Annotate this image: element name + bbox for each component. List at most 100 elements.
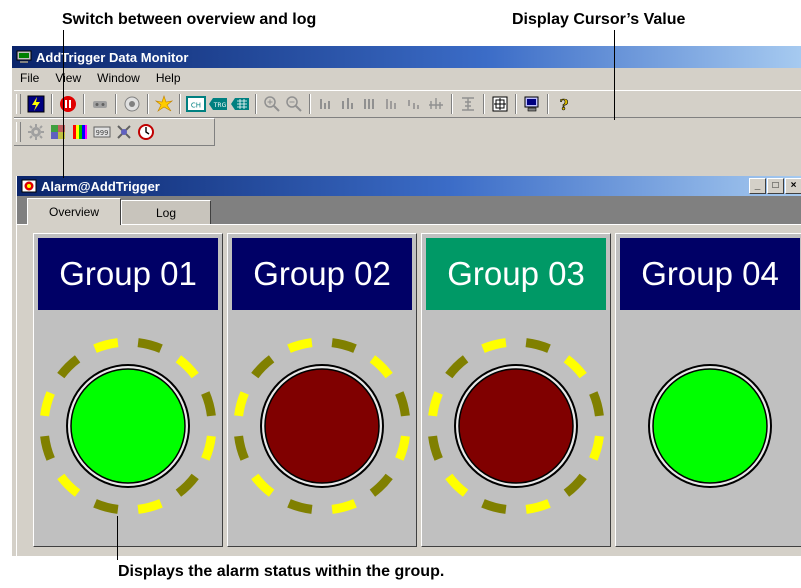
gear-icon[interactable] (25, 121, 47, 143)
toolbar-separator (83, 94, 85, 114)
close-button[interactable]: × (785, 178, 801, 194)
alarm-ring-segment (251, 355, 275, 379)
alarm-ring-segment (287, 338, 313, 353)
alarm-ring-segment (428, 435, 443, 461)
zoom-in-icon[interactable] (261, 93, 283, 115)
group-panel: Group 03 (421, 233, 611, 547)
svg-text:CH: CH (191, 102, 201, 110)
start-icon[interactable] (25, 93, 47, 115)
alarm-ring-segment (481, 499, 507, 514)
color-bars-icon[interactable] (69, 121, 91, 143)
minimize-button[interactable]: _ (749, 178, 766, 194)
monitor-app-icon (16, 50, 32, 63)
target-icon[interactable] (121, 93, 143, 115)
alarm-ring-segment (57, 355, 81, 379)
toolbar-separator (115, 94, 117, 114)
alarm-child-window: Alarm@AddTrigger _ □ × Overview Log Grou… (16, 176, 801, 556)
child-window-title: Alarm@AddTrigger (41, 178, 160, 194)
record-icon[interactable] (89, 93, 111, 115)
toolbar-separator (547, 94, 549, 114)
toolbar-separator (179, 94, 181, 114)
main-toolbar: CH TRG ? (14, 90, 801, 118)
alarm-ring-segment (234, 391, 249, 417)
alarm-ring-segment (57, 473, 81, 497)
alarm-ring-segment (137, 499, 163, 514)
leader-switch-tabs (63, 30, 64, 178)
tab-overview[interactable]: Overview (27, 198, 121, 225)
toolbar-grip[interactable] (16, 94, 21, 114)
bars-icon-5[interactable] (403, 93, 425, 115)
app-titlebar: AddTrigger Data Monitor (12, 46, 801, 68)
toolbar-separator (483, 94, 485, 114)
alarm-ring-segment (395, 391, 410, 417)
alarm-ring-segment (563, 473, 587, 497)
overview-panel-area: Group 01 Group 02 Group 03 Group 04 (17, 224, 801, 556)
ch-display-icon[interactable]: CH (185, 93, 207, 115)
cursor-value-icon[interactable] (489, 93, 511, 115)
alarm-ring-segment (481, 338, 507, 353)
toolbar-grip[interactable] (16, 122, 21, 142)
lamp-light (652, 368, 768, 484)
toolbar-separator (309, 94, 311, 114)
counter-icon[interactable]: 999 (91, 121, 113, 143)
zoom-out-icon[interactable] (283, 93, 305, 115)
stop-icon[interactable] (57, 93, 79, 115)
bars-icon-4[interactable] (381, 93, 403, 115)
scale-icon[interactable] (457, 93, 479, 115)
alarm-ring-segment (40, 435, 55, 461)
alarm-lamp-green (648, 364, 772, 488)
tab-strip: Overview Log (17, 196, 801, 225)
alarm-app-icon (21, 179, 37, 193)
alarm-ring-segment (395, 435, 410, 461)
tab-log[interactable]: Log (121, 200, 211, 225)
menu-window[interactable]: Window (89, 71, 148, 85)
toolbar-separator (255, 94, 257, 114)
group-header: Group 01 (38, 238, 218, 310)
group-panel: Group 02 (227, 233, 417, 547)
alarm-ring-segment (251, 473, 275, 497)
alarm-ring-segment (287, 499, 313, 514)
leader-cursor-value (614, 30, 615, 120)
bars-icon-6[interactable] (425, 93, 447, 115)
secondary-toolbar: 999 (14, 118, 215, 146)
menu-view[interactable]: View (47, 71, 89, 85)
alarm-ring-segment (563, 355, 587, 379)
alarm-ring-segment (525, 499, 551, 514)
toolbar-separator (147, 94, 149, 114)
app-window: AddTrigger Data Monitor File View Window… (12, 46, 801, 556)
cross-icon[interactable] (113, 121, 135, 143)
annotation-alarm-status: Displays the alarm status within the gro… (118, 563, 445, 580)
group-header: Group 02 (232, 238, 412, 310)
alarm-ring-segment (175, 355, 199, 379)
trigger-display-icon[interactable]: TRG (207, 93, 229, 115)
alarm-lamp-red (428, 338, 604, 514)
alarm-ring-segment (525, 338, 551, 353)
burst-icon[interactable] (153, 93, 175, 115)
clock-icon[interactable] (135, 121, 157, 143)
alarm-ring-segment (589, 435, 604, 461)
alarm-ring-segment (331, 338, 357, 353)
bars-icon-1[interactable] (315, 93, 337, 115)
alarm-ring-segment (589, 391, 604, 417)
alarm-ring-segment (331, 499, 357, 514)
palette-icon[interactable] (47, 121, 69, 143)
monitor-icon[interactable] (521, 93, 543, 115)
leader-alarm-status (117, 516, 118, 560)
menu-file[interactable]: File (12, 71, 47, 85)
alarm-lamp-green (40, 338, 216, 514)
bars-icon-3[interactable] (359, 93, 381, 115)
svg-text:?: ? (560, 96, 569, 113)
bars-icon-2[interactable] (337, 93, 359, 115)
alarm-ring-segment (369, 473, 393, 497)
alarm-ring-segment (445, 473, 469, 497)
window-controls: _ □ × (749, 178, 801, 194)
maximize-button[interactable]: □ (767, 178, 784, 194)
alarm-ring-segment (428, 391, 443, 417)
grid-display-icon[interactable] (229, 93, 251, 115)
alarm-ring-segment (40, 391, 55, 417)
menu-help[interactable]: Help (148, 71, 189, 85)
toolbar-separator (451, 94, 453, 114)
help-icon[interactable]: ? (553, 93, 575, 115)
annotation-switch-tabs: Switch between overview and log (62, 11, 317, 28)
alarm-ring-segment (93, 499, 119, 514)
